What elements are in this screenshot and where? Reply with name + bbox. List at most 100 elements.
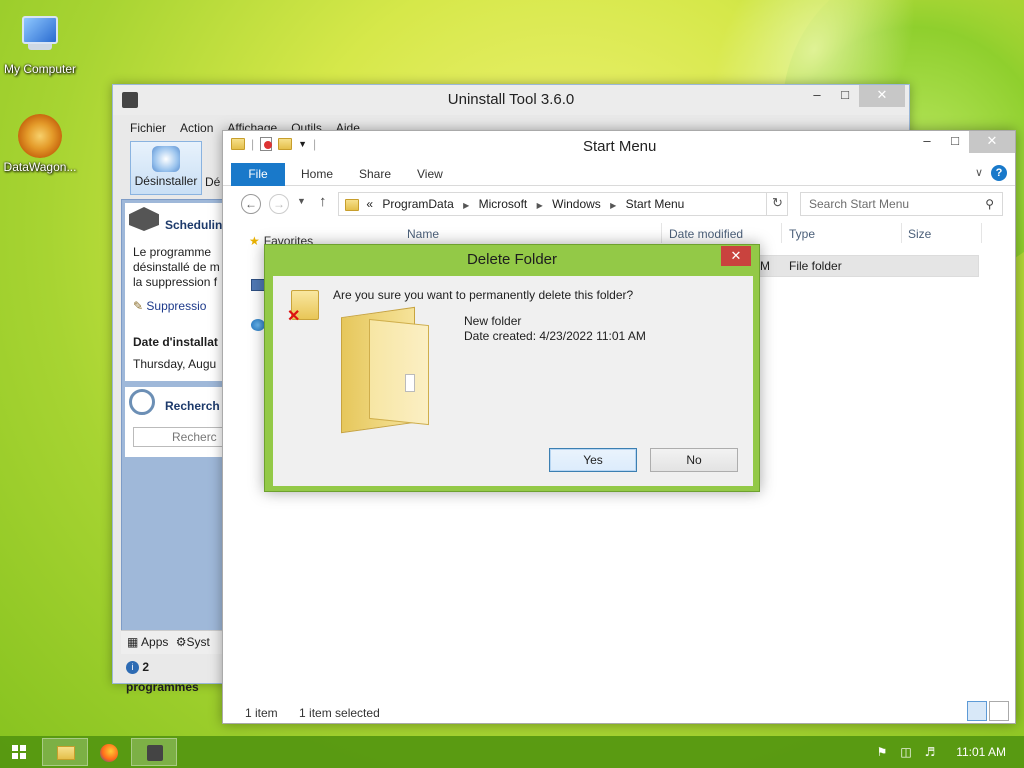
program-name: Schedulin <box>165 218 223 232</box>
taskbar: ⚑ ◫ ♬ 11:01 AM <box>0 736 1024 768</box>
taskbar-firefox[interactable] <box>86 738 132 766</box>
speaker-muted-icon[interactable]: ♬ <box>922 744 938 760</box>
dialog-titlebar: Delete Folder ✕ <box>265 245 759 275</box>
desktop-icon-my-computer[interactable]: My Computer <box>0 10 80 76</box>
system-tab-label: Syst <box>186 635 210 649</box>
explorer-titlebar: | ▼ | Start Menu – □ ✕ <box>223 131 1015 162</box>
help-icon[interactable]: ? <box>991 165 1007 181</box>
folder-name: New folder <box>464 314 522 328</box>
column-size[interactable]: Size <box>908 227 931 241</box>
tab-file[interactable]: File <box>231 163 285 186</box>
folder-icon <box>345 198 359 211</box>
back-button[interactable]: ← <box>241 194 261 214</box>
refresh-button[interactable]: ↻ <box>766 192 788 216</box>
forced-removal-link[interactable]: ✎ Suppressio <box>133 299 206 313</box>
details-view-icon[interactable] <box>967 701 987 721</box>
minimize-button[interactable]: – <box>803 85 831 107</box>
column-name[interactable]: Name <box>407 227 439 241</box>
breadcrumb-microsoft[interactable]: Microsoft <box>479 197 528 211</box>
taskbar-file-explorer[interactable] <box>42 738 88 766</box>
breadcrumb-overflow[interactable]: « <box>366 197 373 211</box>
uninstall-icon <box>152 146 180 172</box>
program-description: Le programme désinstallé de m la suppres… <box>133 245 220 290</box>
program-search-input[interactable]: Recherc <box>133 427 225 447</box>
close-button[interactable]: ✕ <box>859 85 905 107</box>
column-divider[interactable] <box>661 223 662 243</box>
desktop-icon-label: My Computer <box>3 62 77 76</box>
breadcrumb-windows[interactable]: Windows <box>552 197 601 211</box>
system-tab[interactable]: ⚙Syst <box>176 635 210 649</box>
selection-count: 1 item selected <box>299 706 380 720</box>
apps-tab-label: Apps <box>141 635 169 649</box>
properties-icon[interactable] <box>260 137 273 151</box>
taskbar-uninstall-tool[interactable] <box>131 738 177 766</box>
network-icon[interactable] <box>251 319 265 331</box>
up-button[interactable]: ↑ <box>319 193 327 210</box>
delete-folder-icon: ✕ <box>287 286 321 325</box>
file-type: File folder <box>789 259 842 273</box>
dialog-question: Are you sure you want to permanently del… <box>333 288 634 302</box>
recent-locations-icon[interactable]: ▼ <box>297 196 306 206</box>
computer-icon <box>18 16 62 60</box>
explorer-statusbar: 1 item 1 item selected <box>245 706 380 720</box>
search-input[interactable]: Search Start Menu ⚲ <box>800 192 1003 216</box>
expand-ribbon-icon[interactable]: ∨ <box>975 166 983 179</box>
dialog-body: ✕ Are you sure you want to permanently d… <box>273 276 753 486</box>
apps-tab[interactable]: ▦ Apps <box>127 635 168 649</box>
customize-dropdown-icon[interactable]: ▼ <box>298 139 307 149</box>
uninstall-tool-tabs: ▦ Apps ⚙Syst <box>121 630 223 654</box>
uninstall-tool-statusbar: i 2 programmes <box>121 657 223 694</box>
file-explorer-icon <box>57 746 75 760</box>
maximize-button[interactable]: □ <box>831 85 859 107</box>
gear-icon: ⚙ <box>175 635 187 649</box>
no-button[interactable]: No <box>650 448 738 472</box>
maximize-button[interactable]: □ <box>941 131 969 153</box>
install-date-label: Date d'installat <box>133 335 218 349</box>
uninstall-button-label: Désinstaller <box>134 174 198 188</box>
box-icon <box>129 207 159 231</box>
item-count: 1 item <box>245 706 278 720</box>
folder-icon <box>231 138 245 150</box>
network-status-icon[interactable]: ◫ <box>898 744 914 760</box>
firefox-icon <box>100 744 118 762</box>
column-divider[interactable] <box>781 223 782 243</box>
search-placeholder: Search Start Menu <box>809 197 910 211</box>
delete-folder-dialog: Delete Folder ✕ ✕ Are you sure you want … <box>264 244 760 492</box>
menu-fichier[interactable]: Fichier <box>123 119 173 137</box>
new-folder-icon[interactable] <box>278 138 293 150</box>
uninstall-button[interactable]: Désinstaller <box>130 141 202 195</box>
close-button[interactable]: ✕ <box>969 131 1015 153</box>
this-pc-icon[interactable] <box>251 279 265 291</box>
menu-action[interactable]: Action <box>173 119 220 137</box>
folder-date-created: Date created: 4/23/2022 11:01 AM <box>464 329 646 343</box>
action-center-flag-icon[interactable]: ⚑ <box>874 744 890 760</box>
uninstall-tool-title: Uninstall Tool 3.6.0 <box>447 91 575 108</box>
start-button[interactable] <box>12 745 26 759</box>
large-icons-view-icon[interactable] <box>989 701 1009 721</box>
address-bar[interactable]: « ProgramData ▶ Microsoft ▶ Windows ▶ St… <box>338 192 788 216</box>
breadcrumb-separator-icon: ▶ <box>610 201 617 210</box>
broom-icon: ✎ <box>133 299 144 313</box>
star-icon: ★ <box>249 234 260 248</box>
tab-share[interactable]: Share <box>359 167 391 181</box>
install-date-value: Thursday, Augu <box>133 357 217 371</box>
dialog-close-button[interactable]: ✕ <box>721 246 751 266</box>
clock[interactable]: 11:01 AM <box>956 736 1006 768</box>
search-heading: Recherch <box>165 399 220 413</box>
forward-button[interactable]: → <box>269 194 289 214</box>
dialog-title: Delete Folder <box>466 251 558 268</box>
tab-view[interactable]: View <box>417 167 443 181</box>
column-divider[interactable] <box>981 223 982 243</box>
breadcrumb-start-menu[interactable]: Start Menu <box>626 197 685 211</box>
forced-removal-label: Suppressio <box>146 299 207 313</box>
search-icon: ⚲ <box>985 197 994 211</box>
column-date-modified[interactable]: Date modified <box>669 227 743 241</box>
column-type[interactable]: Type <box>789 227 815 241</box>
column-divider[interactable] <box>901 223 902 243</box>
minimize-button[interactable]: – <box>913 131 941 153</box>
desktop-icon-datawagon[interactable]: DataWagon... <box>0 114 80 174</box>
tab-home[interactable]: Home <box>301 167 333 181</box>
toolbar-next-button[interactable]: Dé <box>205 175 220 189</box>
yes-button[interactable]: Yes <box>549 448 637 472</box>
breadcrumb-programdata[interactable]: ProgramData <box>382 197 453 211</box>
